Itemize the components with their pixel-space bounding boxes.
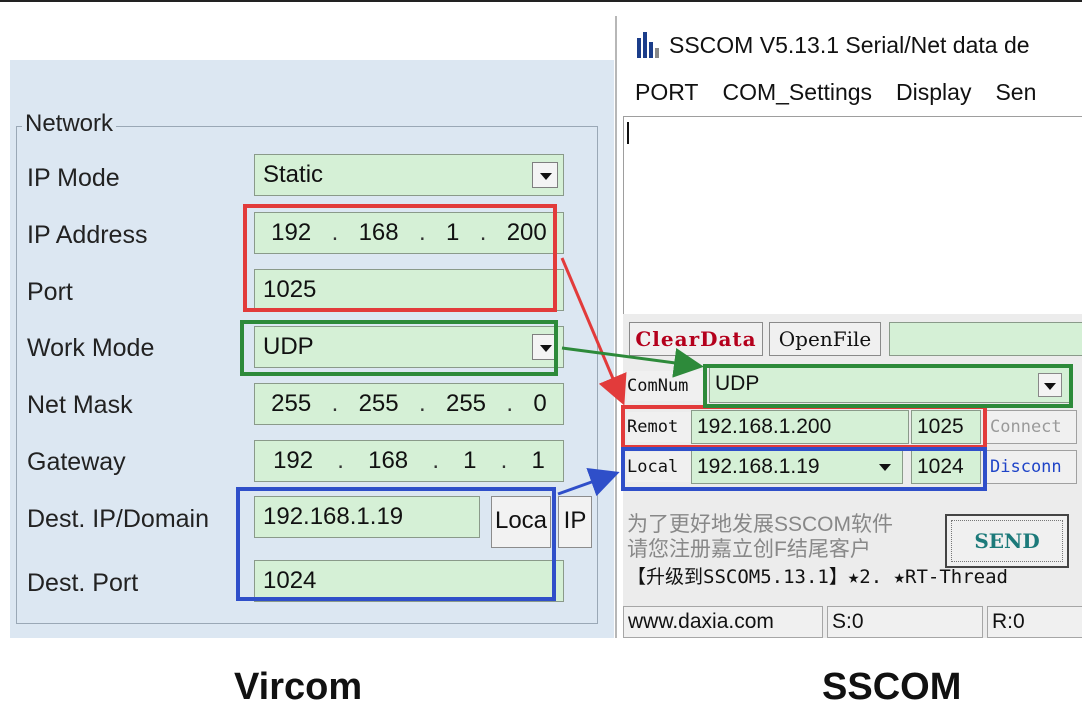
connector-arrows	[557, 257, 704, 497]
red-arrow	[560, 257, 627, 406]
green-arrow	[561, 346, 704, 378]
vircom-caption: Vircom	[234, 666, 363, 704]
blue-arrow	[557, 467, 620, 497]
sscom-caption: SSCOM	[822, 666, 962, 704]
